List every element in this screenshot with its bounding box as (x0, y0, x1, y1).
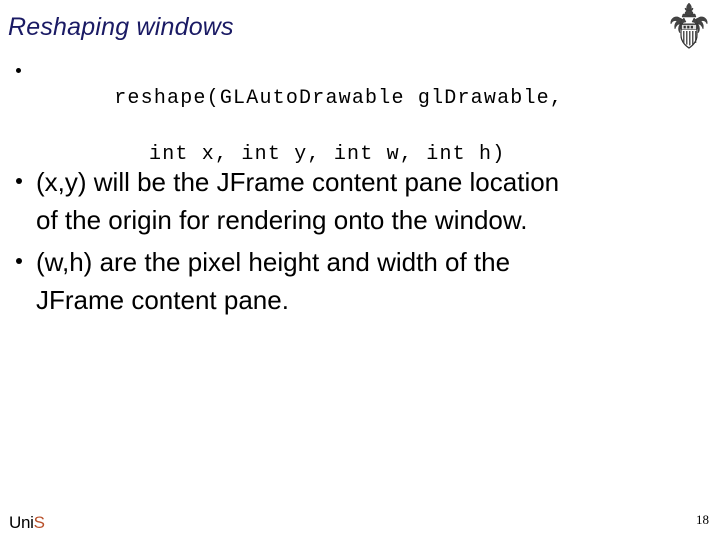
bullet-dot-icon (16, 68, 21, 73)
bullet-1-line-1: (x,y) will be the JFrame content pane lo… (36, 167, 560, 197)
code-line-1: reshape(GLAutoDrawable glDrawable, (10, 57, 670, 141)
page-title: Reshaping windows (8, 13, 234, 41)
bullet-1-line-2: of the origin for rendering onto the win… (36, 205, 528, 235)
code-block: reshape(GLAutoDrawable glDrawable, int x… (10, 57, 670, 169)
bullet-dot-icon (16, 178, 22, 184)
heraldic-coat-of-arms-icon (664, 1, 714, 51)
bullet-2-line-1: (w,h) are the pixel height and width of … (36, 247, 511, 277)
bullet-2-line-2: JFrame content pane. (36, 285, 289, 315)
code-line-1-text: reshape(GLAutoDrawable glDrawable, (114, 87, 564, 110)
list-item: (x,y) will be the JFrame content pane lo… (10, 163, 700, 239)
page-number: 18 (696, 512, 709, 527)
unis-logo-uni: Uni (9, 513, 34, 532)
bullet-dot-icon (16, 258, 22, 264)
unis-logo-s: S (33, 513, 45, 532)
bullet-list: (x,y) will be the JFrame content pane lo… (10, 163, 700, 323)
unis-logo: UniS (9, 513, 45, 532)
slide-canvas: Reshaping windows reshape(GLAutoDrawable… (0, 0, 720, 540)
list-item: (w,h) are the pixel height and width of … (10, 243, 700, 319)
